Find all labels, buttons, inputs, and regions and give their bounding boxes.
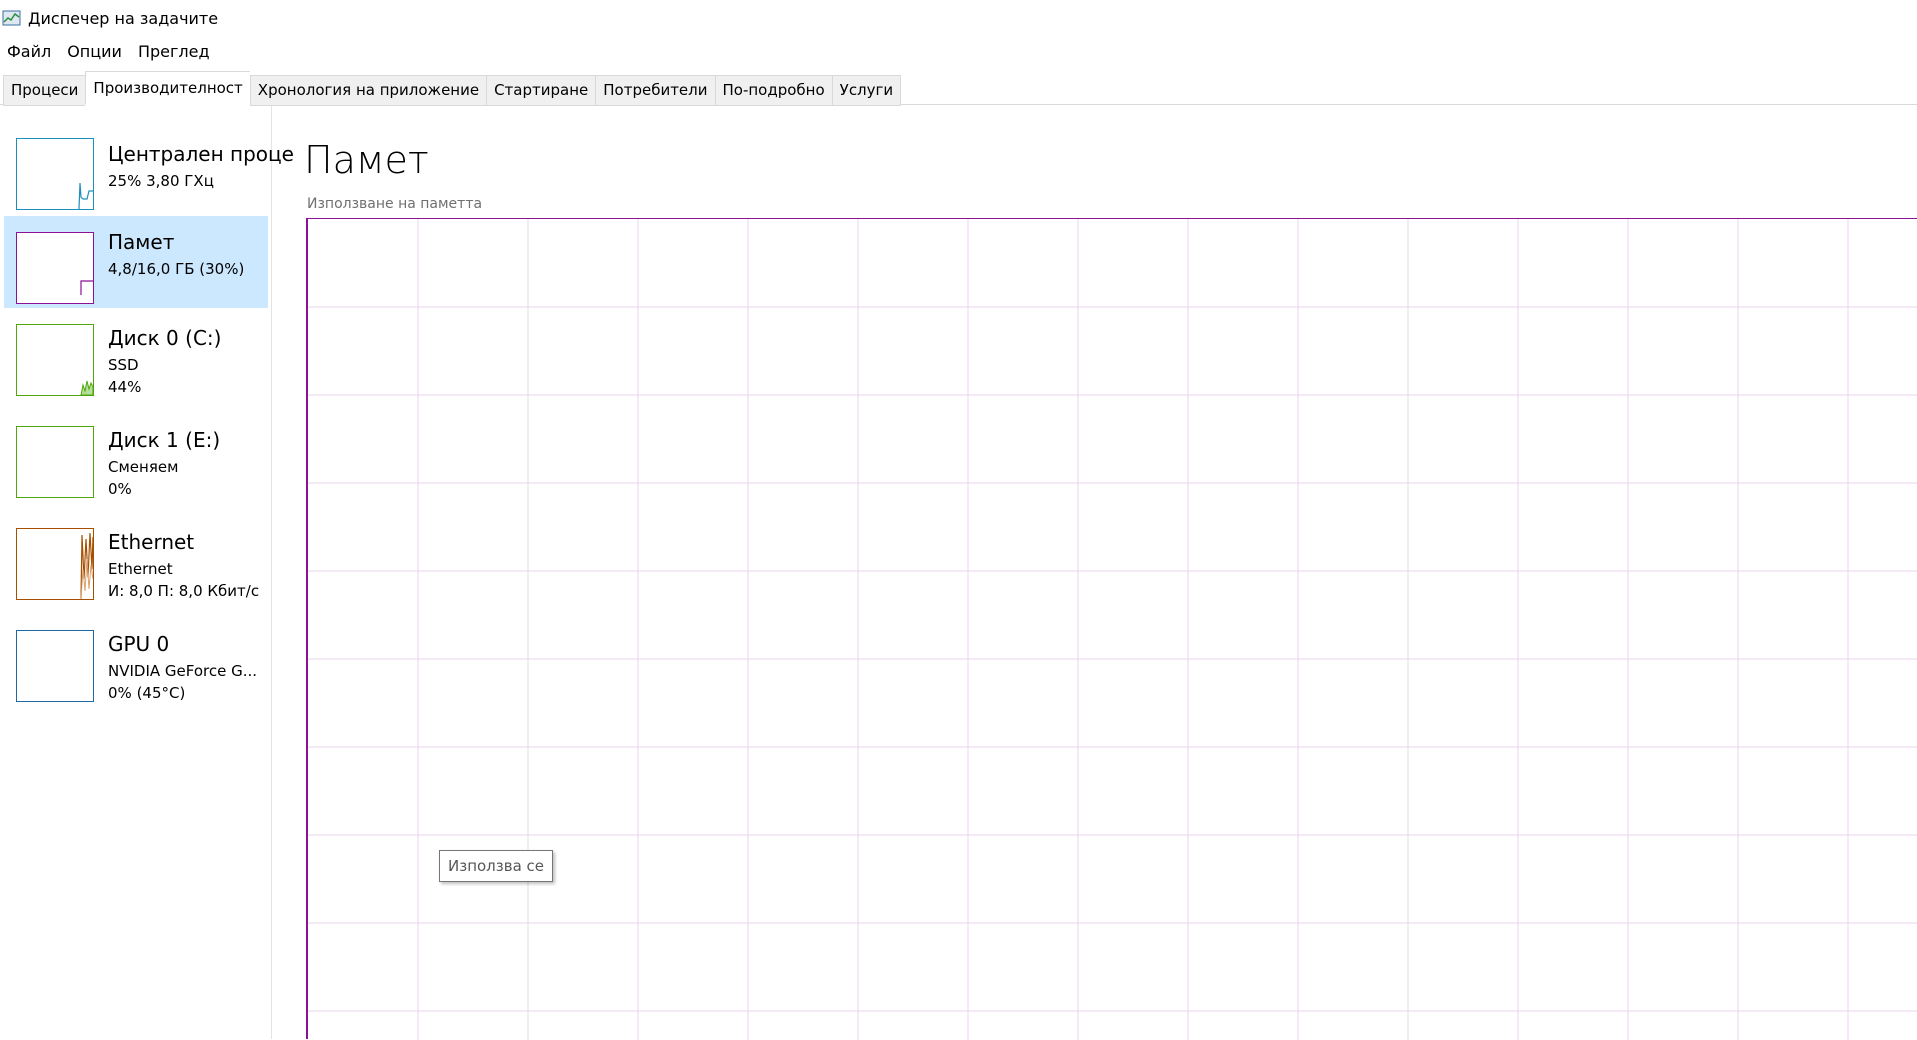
- memory-usage-graph: [306, 218, 1917, 1040]
- sidebar-item-title: GPU 0: [108, 632, 170, 656]
- sidebar-item-detail: SSD: [108, 356, 139, 374]
- menu-bar: Файл Опции Преглед: [0, 38, 1917, 66]
- disk0-thumbnail-graph: [16, 324, 94, 396]
- sidebar-item-title: Ethernet: [108, 530, 195, 554]
- sidebar-item-throughput: И: 8,0 П: 8,0 Кбит/с: [108, 582, 260, 600]
- tab-performance[interactable]: Производителност: [85, 71, 250, 105]
- in-use-tooltip: Използва се: [439, 850, 554, 882]
- sidebar-item-detail: NVIDIA GeForce G...: [108, 662, 258, 680]
- menu-view[interactable]: Преглед: [130, 38, 218, 66]
- sidebar-item-ethernet[interactable]: Ethernet Ethernet И: 8,0 П: 8,0 Кбит/с: [4, 520, 268, 612]
- tab-bar: Процеси Производителност Хронология на п…: [0, 68, 1917, 106]
- memory-usage-chart-label: Използване на паметта: [307, 196, 483, 212]
- gpu-thumbnail-graph: [16, 630, 94, 702]
- sidebar-item-title: Централен проце: [108, 142, 294, 166]
- window-title: Диспечер на задачите: [28, 9, 219, 28]
- cpu-thumbnail-graph: [16, 138, 94, 210]
- tab-services[interactable]: Услуги: [831, 75, 902, 106]
- tab-users[interactable]: Потребители: [595, 75, 715, 106]
- sidebar-item-usage: 0% (45°C): [108, 684, 186, 702]
- tab-processes[interactable]: Процеси: [3, 75, 86, 106]
- sidebar-item-title: Диск 0 (C:): [108, 326, 222, 350]
- memory-usage-grid: [308, 219, 1917, 1040]
- sidebar-item-detail: 25% 3,80 ГХц: [108, 172, 214, 190]
- sidebar-item-usage: 0%: [108, 480, 132, 498]
- tab-app-history[interactable]: Хронология на приложение: [249, 75, 487, 106]
- sidebar-item-cpu[interactable]: Централен проце 25% 3,80 ГХц: [4, 134, 294, 226]
- task-manager-app-icon: [2, 8, 22, 28]
- tab-details[interactable]: По-подробно: [714, 75, 832, 106]
- sidebar-item-title: Диск 1 (E:): [108, 428, 221, 452]
- ethernet-thumbnail-graph: [16, 528, 94, 600]
- page-title: Памет: [304, 138, 429, 182]
- sidebar-item-disk1[interactable]: Диск 1 (E:) Сменяем 0%: [4, 418, 268, 510]
- disk1-thumbnail-graph: [16, 426, 94, 498]
- tab-startup[interactable]: Стартиране: [486, 75, 596, 106]
- performance-sidebar: Централен проце 25% 3,80 ГХц Памет 4,8/1…: [0, 106, 294, 1039]
- menu-options[interactable]: Опции: [59, 38, 130, 66]
- sidebar-item-disk0[interactable]: Диск 0 (C:) SSD 44%: [4, 316, 268, 408]
- sidebar-item-detail: 4,8/16,0 ГБ (30%): [108, 260, 245, 278]
- sidebar-item-usage: 44%: [108, 378, 142, 396]
- sidebar-item-detail: Сменяем: [108, 458, 179, 476]
- sidebar-item-gpu[interactable]: GPU 0 NVIDIA GeForce G... 0% (45°C): [4, 622, 268, 714]
- sidebar-item-memory[interactable]: Памет 4,8/16,0 ГБ (30%): [4, 216, 268, 308]
- menu-file[interactable]: Файл: [0, 38, 59, 66]
- sidebar-item-title: Памет: [108, 230, 175, 254]
- sidebar-item-detail: Ethernet: [108, 560, 173, 578]
- memory-thumbnail-graph: [16, 232, 94, 304]
- title-bar: Диспечер на задачите: [0, 0, 1917, 38]
